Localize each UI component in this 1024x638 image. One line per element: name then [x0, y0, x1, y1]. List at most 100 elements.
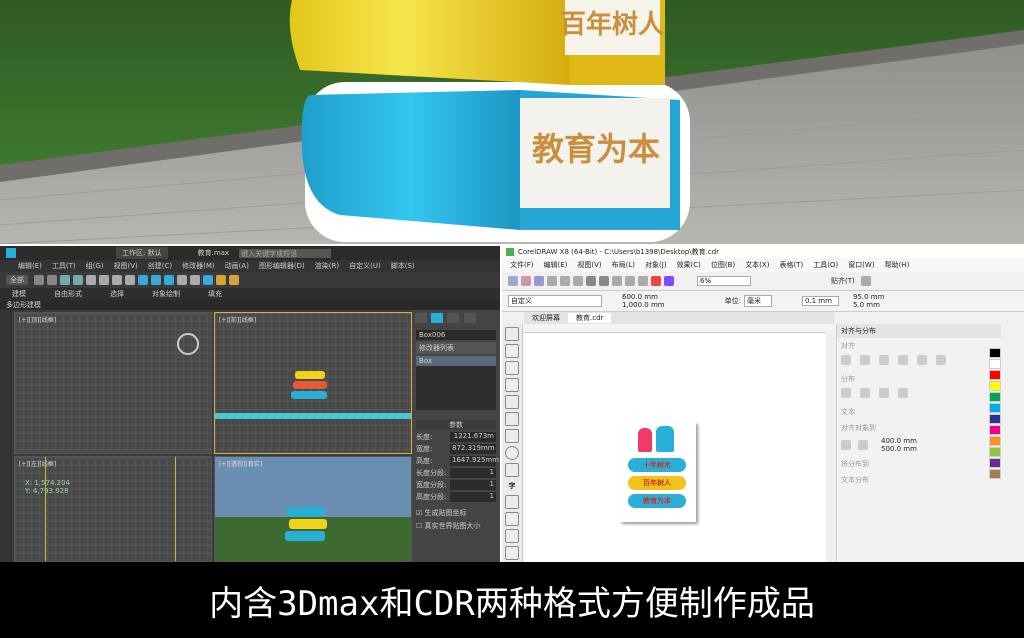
palette-swatch[interactable]	[989, 381, 1001, 391]
freehand-tool-icon[interactable]	[505, 395, 519, 409]
distribute-center-icon[interactable]	[860, 388, 870, 398]
select-icon[interactable]	[86, 275, 96, 285]
dup-x-field[interactable]: 95.0 mm	[853, 293, 884, 301]
cdr-menu-item[interactable]: 编辑(E)	[544, 260, 568, 270]
link-icon[interactable]	[60, 275, 70, 285]
dock-y-field[interactable]: 500.0 mm	[881, 445, 917, 453]
cut-icon[interactable]	[547, 276, 557, 286]
move-icon[interactable]	[99, 275, 109, 285]
modify-tab-icon[interactable]	[431, 313, 444, 323]
param-value-field[interactable]: 872.319mm	[450, 444, 496, 454]
page-height-field[interactable]: 1,000.0 mm	[622, 301, 665, 309]
ribbon-tab[interactable]: 选择	[110, 289, 124, 299]
viewport-front[interactable]: [+][前][线框]	[214, 312, 412, 454]
selection-filter-dropdown[interactable]: 全部	[6, 275, 28, 285]
unlink-icon[interactable]	[73, 275, 83, 285]
max-menu-item[interactable]: 创建(C)	[148, 261, 172, 271]
page-width-field[interactable]: 600.0 mm	[622, 293, 665, 301]
copy-icon[interactable]	[560, 276, 570, 286]
max-menu-item[interactable]: 脚本(S)	[391, 261, 415, 271]
viewport-left[interactable]: [+][左][线框] X: 1,574.204 Y: 4,793.928	[14, 456, 212, 562]
max-menu-item[interactable]: 组(G)	[86, 261, 104, 271]
percent-snap-icon[interactable]	[164, 275, 174, 285]
nudge-field[interactable]: 0.1 mm	[801, 296, 839, 306]
page-preset-dropdown[interactable]: 自定义	[508, 295, 602, 307]
object-name-field[interactable]: Box006	[416, 330, 496, 340]
param-value-field[interactable]: 1	[450, 468, 496, 478]
cdr-menu-item[interactable]: 窗口(W)	[848, 260, 874, 270]
export-icon[interactable]	[638, 276, 648, 286]
transparency-icon[interactable]	[505, 529, 519, 543]
vertical-scrollbar[interactable]	[826, 332, 834, 562]
text-tool-icon[interactable]: 字	[506, 480, 518, 492]
open-icon[interactable]	[521, 276, 531, 286]
tab-welcome[interactable]: 欢迎屏幕	[524, 313, 568, 323]
stack-item[interactable]: Box	[416, 356, 496, 366]
snap-icon[interactable]	[138, 275, 148, 285]
palette-swatch[interactable]	[989, 348, 1001, 358]
cdr-menu-item[interactable]: 位图(B)	[711, 260, 735, 270]
connector-tool-icon[interactable]	[505, 495, 519, 509]
param-value-field[interactable]: 1647.925mm	[450, 456, 499, 466]
render-icon[interactable]	[229, 275, 239, 285]
max-menu-item[interactable]: 渲染(R)	[315, 261, 339, 271]
palette-swatch[interactable]	[989, 425, 1001, 435]
distribute-right-icon[interactable]	[879, 388, 889, 398]
artistic-media-icon[interactable]	[505, 412, 519, 426]
align-to-active-icon[interactable]	[841, 440, 851, 450]
drop-shadow-icon[interactable]	[505, 512, 519, 526]
align-bottom-icon[interactable]	[936, 355, 946, 365]
max-menu-item[interactable]: 编辑(E)	[18, 261, 42, 271]
zoom-field[interactable]: 6%	[697, 276, 751, 286]
check-mapping[interactable]: ☑ 生成贴图坐标	[416, 508, 496, 518]
check-real-world[interactable]: ☐ 真实世界贴图大小	[416, 521, 496, 531]
dock-x-field[interactable]: 400.0 mm	[881, 437, 917, 445]
param-value-field[interactable]: 1221.673m	[450, 432, 496, 442]
params-rollout[interactable]: 参数	[416, 420, 496, 430]
cdr-menu-item[interactable]: 对象(J)	[645, 260, 667, 270]
distribute-left-icon[interactable]	[841, 388, 851, 398]
motion-tab-icon[interactable]	[463, 313, 476, 323]
pdf-icon[interactable]	[651, 276, 661, 286]
crop-tool-icon[interactable]	[505, 361, 519, 375]
cdr-menu-item[interactable]: 文件(F)	[510, 260, 534, 270]
undo-icon[interactable]	[586, 276, 596, 286]
import-icon[interactable]	[625, 276, 635, 286]
palette-swatch[interactable]	[989, 359, 1001, 369]
launcher-icon[interactable]	[664, 276, 674, 286]
render-setup-icon[interactable]	[216, 275, 226, 285]
cdr-menu-item[interactable]: 视图(V)	[577, 260, 601, 270]
scale-icon[interactable]	[125, 275, 135, 285]
palette-swatch[interactable]	[989, 414, 1001, 424]
max-search-input[interactable]: 键入关键字或短语	[239, 248, 332, 258]
align-icon[interactable]	[190, 275, 200, 285]
ribbon-tab[interactable]: 建模	[12, 289, 26, 299]
palette-swatch[interactable]	[989, 469, 1001, 479]
polygon-tool-icon[interactable]	[505, 463, 519, 477]
param-value-field[interactable]: 1	[450, 492, 496, 502]
fill-tool-icon[interactable]	[505, 546, 519, 560]
tab-document[interactable]: 教育.cdr	[568, 313, 612, 323]
palette-swatch[interactable]	[989, 458, 1001, 468]
dup-y-field[interactable]: 5.0 mm	[853, 301, 884, 309]
palette-swatch[interactable]	[989, 447, 1001, 457]
modifier-list-dropdown[interactable]: 修改器列表	[416, 342, 496, 354]
gear-icon[interactable]	[860, 276, 871, 286]
shape-tool-icon[interactable]	[505, 344, 519, 358]
align-center-icon[interactable]	[860, 355, 870, 365]
max-menu-item[interactable]: 动画(A)	[225, 261, 249, 271]
align-left-icon[interactable]	[841, 355, 851, 365]
new-icon[interactable]	[508, 276, 518, 286]
ribbon-tab[interactable]: 自由形式	[54, 289, 82, 299]
viewport-perspective[interactable]: [+][透视][真实]	[214, 456, 412, 562]
paste-icon[interactable]	[573, 276, 583, 286]
cdr-canvas[interactable]: 十年树木 百年树人 教育为本	[524, 324, 834, 562]
cdr-menu-item[interactable]: 布局(L)	[612, 260, 635, 270]
align-to-page-icon[interactable]	[858, 440, 868, 450]
max-menu-item[interactable]: 自定义(U)	[349, 261, 381, 271]
zoom-tool-icon[interactable]	[505, 378, 519, 392]
cdr-menu-item[interactable]: 文本(X)	[745, 260, 769, 270]
viewcube-icon[interactable]	[177, 333, 199, 355]
workspace-dropdown[interactable]: 工作区: 默认	[116, 247, 168, 259]
palette-swatch[interactable]	[989, 436, 1001, 446]
